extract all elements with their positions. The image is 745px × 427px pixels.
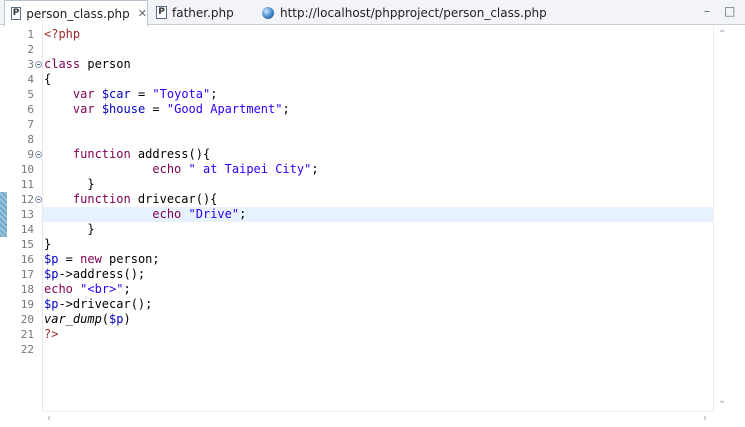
line-number: 2: [27, 43, 34, 56]
code-line[interactable]: $p->address();: [44, 267, 145, 282]
close-icon[interactable]: ✕: [138, 7, 147, 20]
code-line[interactable]: <?php: [44, 27, 80, 42]
code-line[interactable]: echo "<br>";: [44, 282, 131, 297]
code-editor[interactable]: 1 2 3 4 5 6 7 8 9 10 11 12 13 14 15 16 17 18 19 20 21 22 <?ph…: [0, 25, 745, 426]
line-number: 5: [27, 88, 34, 101]
tab-label: father.php: [172, 5, 234, 20]
line-number: 13: [20, 208, 34, 221]
line-number: 8: [27, 133, 34, 146]
code-line[interactable]: echo "Drive";: [44, 207, 246, 222]
fold-toggle-icon[interactable]: [35, 196, 42, 203]
line-number: 20: [20, 313, 34, 326]
code-line[interactable]: ?>: [44, 327, 58, 342]
tab-label: http://localhost/phpproject/person_class…: [280, 5, 547, 20]
code-line[interactable]: echo " at Taipei City";: [44, 162, 318, 177]
line-number: 3: [27, 58, 34, 71]
line-number: 10: [20, 163, 34, 176]
minimize-button[interactable]: –: [704, 4, 710, 18]
code-line[interactable]: class person: [44, 57, 131, 72]
scroll-left-icon[interactable]: ‹: [47, 413, 51, 424]
line-number: 9: [27, 148, 34, 161]
code-line[interactable]: }: [44, 177, 94, 192]
line-number: 18: [20, 283, 34, 296]
fold-toggle-icon[interactable]: [35, 61, 42, 68]
tab-label: person_class.php: [26, 6, 130, 21]
code-line[interactable]: var $car = "Toyota";: [44, 87, 218, 102]
code-area[interactable]: <?php class person{ var $car = "Toyota"; …: [43, 25, 713, 411]
line-number: 7: [27, 118, 34, 131]
scroll-up-icon[interactable]: ⌃: [718, 29, 726, 40]
code-line[interactable]: var $house = "Good Apartment";: [44, 102, 290, 117]
tab-person-class[interactable]: P person_class.php ✕: [4, 0, 148, 26]
scroll-down-icon[interactable]: ⌄: [718, 395, 726, 406]
vertical-scrollbar[interactable]: ⌃ ⌄: [713, 25, 745, 411]
php-file-icon: P: [156, 6, 167, 19]
line-number: 11: [20, 178, 34, 191]
code-line[interactable]: }: [44, 237, 51, 252]
line-number: 22: [20, 343, 34, 356]
maximize-button[interactable]: □: [724, 4, 735, 18]
line-number: 1: [27, 28, 34, 41]
occurrence-marker: [0, 192, 7, 237]
code-line[interactable]: }: [44, 222, 94, 237]
tab-father[interactable]: P father.php: [154, 0, 250, 25]
scroll-right-icon[interactable]: ›: [703, 413, 707, 424]
code-line[interactable]: var_dump($p): [44, 312, 131, 327]
fold-toggle-icon[interactable]: [35, 151, 42, 158]
tab-browser-preview[interactable]: http://localhost/phpproject/person_class…: [262, 0, 562, 25]
line-number: 19: [20, 298, 34, 311]
globe-icon: [262, 6, 274, 19]
code-line[interactable]: $p->drivecar();: [44, 297, 152, 312]
editor-tab-bar: P person_class.php ✕ P father.php http:/…: [0, 0, 745, 26]
line-number-gutter: 1 2 3 4 5 6 7 8 9 10 11 12 13 14 15 16 17 18 19 20 21 22: [8, 25, 43, 411]
line-number: 4: [27, 73, 34, 86]
code-line[interactable]: function address(){: [44, 147, 210, 162]
line-number: 12: [20, 193, 34, 206]
line-number: 14: [20, 223, 34, 236]
line-number: 15: [20, 238, 34, 251]
php-file-icon: P: [11, 7, 22, 20]
line-number: 6: [27, 103, 34, 116]
line-number: 21: [20, 328, 34, 341]
horizontal-scrollbar[interactable]: ‹ ›: [43, 411, 713, 427]
line-number: 17: [20, 268, 34, 281]
overview-ruler: [0, 25, 8, 411]
code-line[interactable]: function drivecar(){: [44, 192, 218, 207]
code-line[interactable]: {: [44, 72, 51, 87]
line-number: 16: [20, 253, 34, 266]
code-line[interactable]: $p = new person;: [44, 252, 160, 267]
